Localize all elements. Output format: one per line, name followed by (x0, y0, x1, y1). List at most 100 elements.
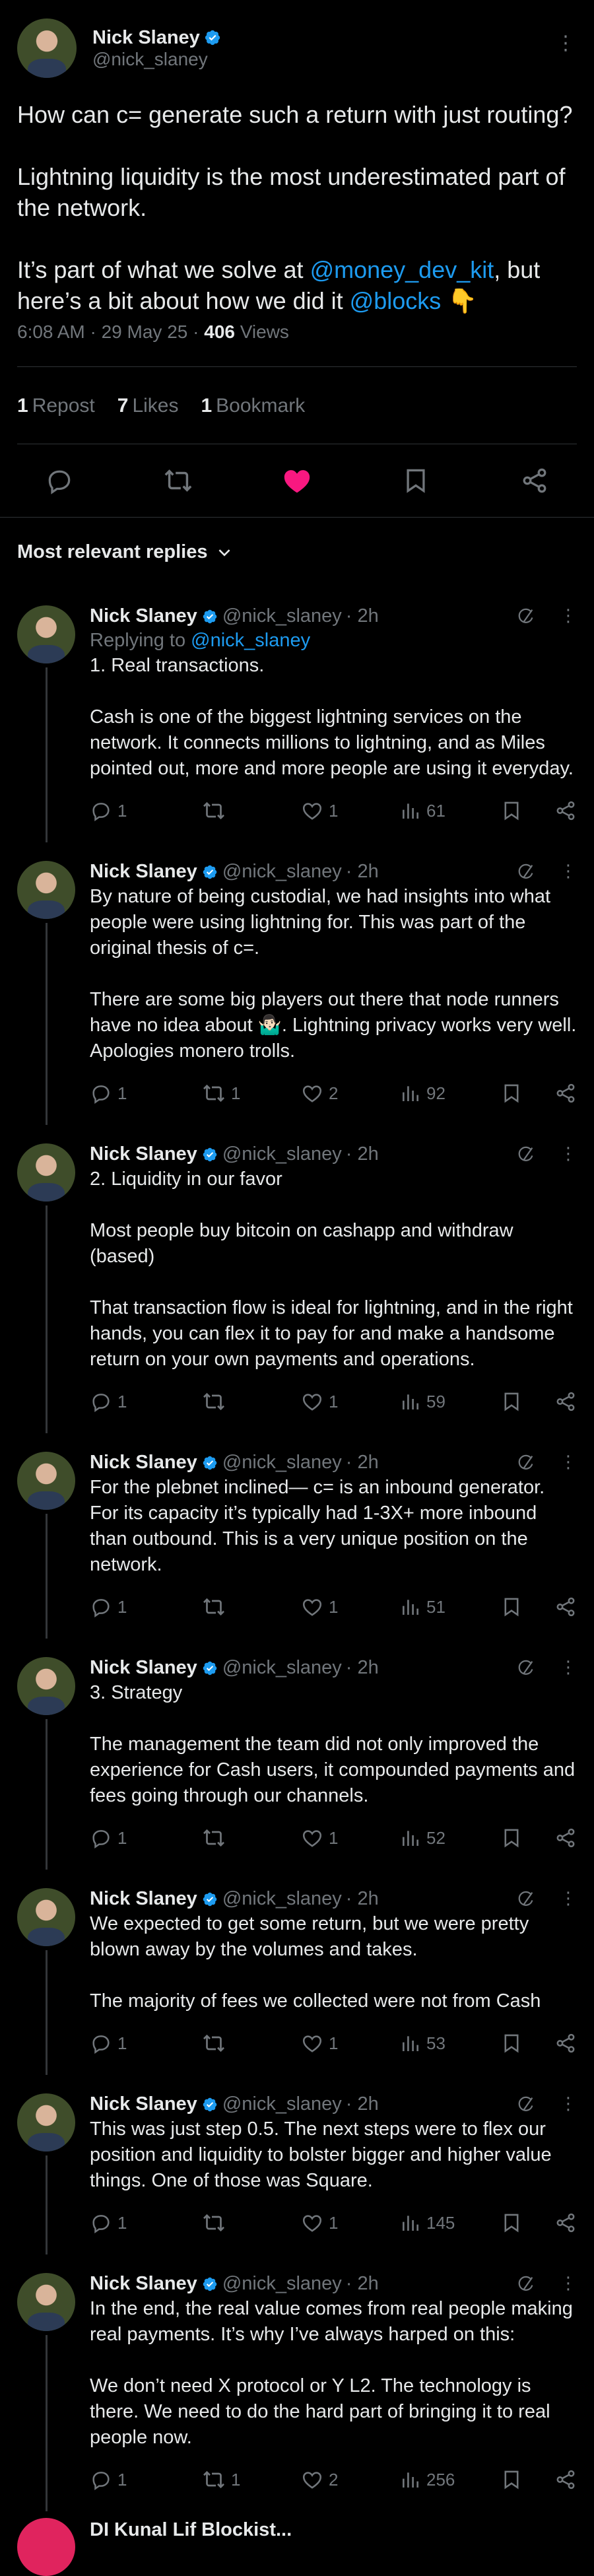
verified-badge-icon[interactable] (201, 1891, 218, 1908)
like-button[interactable]: 2 (301, 2468, 400, 2491)
bookmark-icon[interactable] (500, 1596, 523, 1618)
reply-author-handle[interactable]: @nick_slaney (222, 605, 342, 627)
verified-badge-icon[interactable] (201, 2276, 218, 2293)
reply-button[interactable]: 1 (90, 2468, 202, 2491)
bookmark-icon[interactable] (500, 2468, 523, 2491)
verified-badge-icon[interactable] (201, 1146, 218, 1163)
bookmark-icon[interactable] (500, 2212, 523, 2234)
reply-author-name[interactable]: Nick Slaney (90, 605, 197, 627)
bookmark-icon[interactable] (500, 1082, 523, 1104)
share-icon[interactable] (554, 2032, 577, 2054)
replies-sort-toggle[interactable]: Most relevant replies (0, 518, 594, 587)
bookmark-icon[interactable] (399, 464, 432, 497)
views-button[interactable]: 92 (400, 1083, 499, 1104)
share-icon[interactable] (518, 464, 551, 497)
avatar[interactable] (17, 2093, 75, 2152)
main-avatar[interactable] (17, 18, 77, 78)
like-filled-icon[interactable] (280, 464, 314, 497)
repost-button[interactable]: 1 (202, 1081, 301, 1105)
reply-item[interactable]: Nick Slaney @nick_slaney · 2h ⋮ 2. Liqui… (0, 1125, 594, 1433)
reply-author-name[interactable]: Nick Slaney (90, 861, 197, 883)
more-icon[interactable]: ⋮ (560, 2273, 577, 2293)
avatar[interactable] (17, 861, 75, 919)
reply-item[interactable]: Nick Slaney @nick_slaney · 2h ⋮ Replying… (0, 587, 594, 842)
repost-button[interactable]: 1 (202, 2468, 301, 2491)
share-icon[interactable] (554, 1390, 577, 1413)
views-button[interactable]: 53 (400, 2033, 499, 2054)
bookmark-icon[interactable] (500, 1827, 523, 1849)
bookmarks-stat[interactable]: 1 Bookmark (201, 395, 305, 417)
reply-button[interactable]: 1 (90, 799, 202, 822)
reply-author-handle[interactable]: @nick_slaney (222, 1143, 342, 1165)
share-icon[interactable] (554, 2468, 577, 2491)
more-icon[interactable]: ⋮ (560, 1657, 577, 1678)
reply-author-name[interactable]: Nick Slaney (90, 2273, 197, 2295)
reply-button[interactable]: 1 (90, 1596, 202, 1618)
verified-badge-icon[interactable] (201, 608, 218, 625)
repost-button[interactable] (202, 1595, 301, 1619)
grok-icon[interactable] (516, 2274, 536, 2293)
more-icon[interactable]: ⋮ (560, 1888, 577, 1909)
share-icon[interactable] (554, 1082, 577, 1104)
repost-button[interactable] (202, 799, 301, 823)
reply-author-name[interactable]: Nick Slaney (90, 1452, 197, 1474)
reply-author-handle[interactable]: @nick_slaney (222, 2093, 342, 2115)
share-icon[interactable] (554, 799, 577, 822)
reply-item[interactable]: Nick Slaney @nick_slaney · 2h ⋮ 3. Strat… (0, 1639, 594, 1870)
reply-time[interactable]: · 2h (346, 1143, 379, 1165)
reply-author-handle[interactable]: @nick_slaney (222, 1657, 342, 1679)
avatar[interactable] (17, 1143, 75, 1202)
reply-button[interactable]: 1 (90, 1082, 202, 1104)
share-icon[interactable] (554, 1596, 577, 1618)
mention-blocks[interactable]: @blocks (350, 287, 442, 314)
reply-item[interactable]: Nick Slaney @nick_slaney · 2h ⋮ This was… (0, 2075, 594, 2254)
reply-author-handle[interactable]: @nick_slaney (222, 1888, 342, 1910)
like-button[interactable]: 1 (301, 799, 400, 822)
reply-button[interactable]: 1 (90, 1827, 202, 1849)
views-button[interactable]: 61 (400, 800, 499, 821)
avatar[interactable] (17, 1657, 75, 1715)
reposts-stat[interactable]: 1 Repost (17, 395, 95, 417)
avatar[interactable] (17, 605, 75, 663)
reply-icon[interactable] (43, 464, 76, 497)
grok-icon[interactable] (516, 2094, 536, 2114)
more-icon[interactable]: ⋮ (560, 861, 577, 881)
reply-author-handle[interactable]: @nick_slaney (222, 861, 342, 883)
reply-author-handle[interactable]: @nick_slaney (222, 2273, 342, 2295)
reply-time[interactable]: · 2h (346, 1888, 379, 1910)
reply-item[interactable]: Nick Slaney @nick_slaney · 2h ⋮ We expec… (0, 1870, 594, 2075)
like-button[interactable]: 1 (301, 2212, 400, 2234)
reply-button[interactable]: 1 (90, 2032, 202, 2054)
verified-badge-icon[interactable] (201, 864, 218, 881)
more-icon[interactable]: ⋮ (560, 1143, 577, 1164)
main-author-handle[interactable]: @nick_slaney (92, 49, 221, 70)
share-icon[interactable] (554, 2212, 577, 2234)
like-button[interactable]: 1 (301, 1827, 400, 1849)
reply-author-name[interactable]: Nick Slaney (90, 2093, 197, 2115)
more-icon[interactable]: ⋮ (556, 32, 576, 55)
verified-badge-icon[interactable] (201, 1454, 218, 1472)
bookmark-icon[interactable] (500, 1390, 523, 1413)
verified-badge-icon[interactable] (201, 1660, 218, 1677)
next-reply-name[interactable]: DI Kunal Lif Blockist... (90, 2519, 292, 2540)
views-button[interactable]: 256 (400, 2469, 499, 2490)
reply-time[interactable]: · 2h (346, 2093, 379, 2115)
views-button[interactable]: 51 (400, 1596, 499, 1617)
reply-item[interactable]: Nick Slaney @nick_slaney · 2h ⋮ For the … (0, 1433, 594, 1639)
reply-author-name[interactable]: Nick Slaney (90, 1657, 197, 1679)
avatar[interactable] (17, 2518, 75, 2576)
reply-time[interactable]: · 2h (346, 2273, 379, 2295)
bookmark-icon[interactable] (500, 2032, 523, 2054)
like-button[interactable]: 1 (301, 2032, 400, 2054)
reply-button[interactable]: 1 (90, 1390, 202, 1413)
likes-stat[interactable]: 7 Likes (117, 395, 179, 417)
main-author-name[interactable]: Nick Slaney (92, 27, 200, 49)
share-icon[interactable] (554, 1827, 577, 1849)
repost-button[interactable] (202, 2211, 301, 2235)
repost-button[interactable] (202, 1826, 301, 1850)
reply-time[interactable]: · 2h (346, 1657, 379, 1679)
avatar[interactable] (17, 2273, 75, 2331)
grok-icon[interactable] (516, 606, 536, 626)
like-button[interactable]: 1 (301, 1390, 400, 1413)
more-icon[interactable]: ⋮ (560, 1452, 577, 1472)
